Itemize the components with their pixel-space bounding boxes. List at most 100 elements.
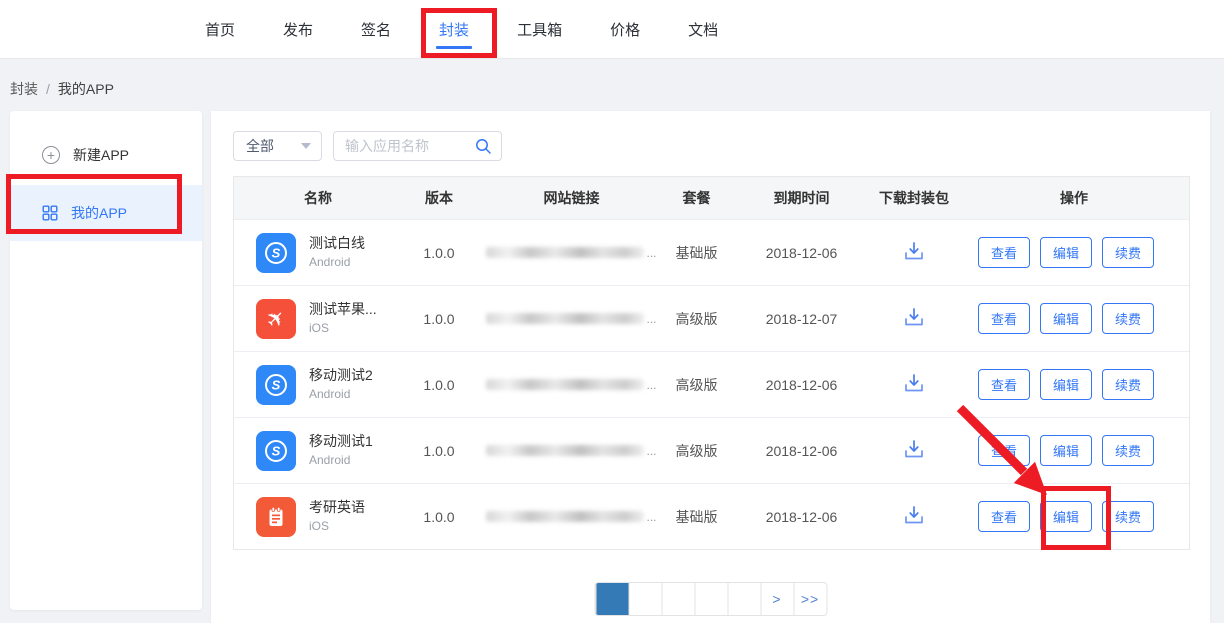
table-row: S ✈ 考研英语 iOS 1.0.0 ...: [234, 483, 1189, 549]
app-name: 测试苹果...: [309, 300, 377, 320]
breadcrumb-section[interactable]: 封装: [10, 81, 38, 97]
renew-button[interactable]: 续费: [1102, 369, 1154, 400]
app-icon: S ✈: [256, 497, 296, 537]
toolbar: 全部: [233, 131, 502, 161]
edit-button[interactable]: 编辑: [1040, 369, 1092, 400]
app-platform: Android: [309, 386, 373, 403]
app-platform: Android: [309, 254, 365, 271]
nav-tab[interactable]: 文档: [688, 0, 718, 59]
nav-tab[interactable]: 签名: [361, 0, 391, 59]
nav-tab-label: 签名: [361, 19, 391, 40]
download-cell: [869, 438, 959, 463]
renew-button[interactable]: 续费: [1102, 303, 1154, 334]
download-cell: [869, 372, 959, 397]
page-number-button[interactable]: [628, 583, 661, 615]
expiry-date: 2018-12-06: [734, 245, 869, 261]
view-button[interactable]: 查看: [978, 303, 1030, 334]
app-name-cell: S ✈ 考研英语 iOS: [234, 497, 394, 537]
expiry-date: 2018-12-06: [734, 443, 869, 459]
link-ellipsis: ...: [646, 444, 656, 458]
nav-tab[interactable]: 封装: [439, 0, 469, 59]
chevron-down-icon: [301, 143, 311, 149]
renew-button[interactable]: 续费: [1102, 501, 1154, 532]
app-version: 1.0.0: [394, 443, 484, 459]
view-button[interactable]: 查看: [978, 435, 1030, 466]
col-header-actions: 操作: [959, 188, 1189, 208]
download-cell: [869, 504, 959, 529]
top-nav: 首页 发布 签名 封装 工具箱 价格 文档: [205, 0, 718, 59]
website-link-redacted: [486, 313, 644, 324]
s-logo-icon: S: [263, 240, 289, 266]
download-cell: [869, 240, 959, 265]
table-row: S ✈ 移动测试2 Android 1.0.0: [234, 351, 1189, 417]
view-button[interactable]: 查看: [978, 369, 1030, 400]
download-icon: [902, 504, 926, 526]
download-icon: [902, 240, 926, 262]
download-package-button[interactable]: [902, 438, 926, 460]
app-icon: S ✈: [256, 431, 296, 471]
download-package-button[interactable]: [902, 240, 926, 262]
pagination-pages: [595, 583, 760, 615]
app-table: 名称 版本 网站链接 套餐 到期时间 下载封装包 操作 S ✈: [233, 176, 1190, 550]
download-icon: [902, 372, 926, 394]
website-link-cell: ...: [484, 510, 659, 524]
breadcrumb-current: 我的APP: [58, 81, 114, 97]
view-button[interactable]: 查看: [978, 237, 1030, 268]
grid-icon: [42, 205, 58, 221]
nav-tab-label: 封装: [439, 19, 469, 40]
nav-tab[interactable]: 价格: [610, 0, 640, 59]
download-package-button[interactable]: [902, 306, 926, 328]
col-header-website: 网站链接: [484, 188, 659, 208]
nav-tab[interactable]: 发布: [283, 0, 313, 59]
download-package-button[interactable]: [902, 504, 926, 526]
edit-button[interactable]: 编辑: [1040, 303, 1092, 334]
page-number-button[interactable]: [661, 583, 694, 615]
app-name: 测试白线: [309, 234, 365, 254]
sidebar-item-my-app[interactable]: 我的APP: [10, 185, 202, 241]
renew-button[interactable]: 续费: [1102, 435, 1154, 466]
filter-select[interactable]: 全部: [233, 131, 322, 161]
view-button[interactable]: 查看: [978, 501, 1030, 532]
website-link-cell: ...: [484, 312, 659, 326]
table-body: S ✈ 测试白线 Android 1.0.0: [234, 219, 1189, 549]
link-ellipsis: ...: [646, 510, 656, 524]
s-logo-icon: S: [263, 372, 289, 398]
app-name-cell: S ✈ 移动测试1 Android: [234, 431, 394, 471]
search-input[interactable]: [345, 138, 475, 154]
last-page-button[interactable]: >>: [793, 583, 826, 615]
link-ellipsis: ...: [646, 378, 656, 392]
actions-cell: 查看 编辑 续费: [959, 501, 1189, 532]
edit-button[interactable]: 编辑: [1040, 501, 1092, 532]
page-number-button[interactable]: [727, 583, 760, 615]
nav-tab[interactable]: 工具箱: [517, 0, 562, 59]
pagination: > >>: [594, 582, 827, 616]
website-link-cell: ...: [484, 378, 659, 392]
nav-tab-label: 首页: [205, 19, 235, 40]
actions-cell: 查看 编辑 续费: [959, 237, 1189, 268]
renew-button[interactable]: 续费: [1102, 237, 1154, 268]
edit-button[interactable]: 编辑: [1040, 237, 1092, 268]
expiry-date: 2018-12-07: [734, 311, 869, 327]
app-version: 1.0.0: [394, 311, 484, 327]
download-package-button[interactable]: [902, 372, 926, 394]
actions-cell: 查看 编辑 续费: [959, 303, 1189, 334]
search-icon[interactable]: [475, 138, 492, 155]
nav-tab-label: 发布: [283, 19, 313, 40]
page-number-button[interactable]: [595, 583, 628, 615]
website-link-cell: ...: [484, 246, 659, 260]
app-name-cell: S ✈ 测试苹果... iOS: [234, 299, 394, 339]
nav-tab[interactable]: 首页: [205, 0, 235, 59]
page-number-button[interactable]: [694, 583, 727, 615]
sidebar-item-label: 我的APP: [71, 203, 127, 223]
sidebar-item-new-app[interactable]: + 新建APP: [10, 133, 202, 177]
search-box: [333, 131, 502, 161]
next-page-button[interactable]: >: [760, 583, 793, 615]
plus-circle-icon: +: [42, 146, 60, 164]
nav-tab-label: 工具箱: [517, 19, 562, 40]
sidebar: + 新建APP 我的APP: [10, 111, 202, 610]
edit-button[interactable]: 编辑: [1040, 435, 1092, 466]
svg-text:S: S: [272, 443, 281, 458]
app-name-cell: S ✈ 测试白线 Android: [234, 233, 394, 273]
table-row: S ✈ 移动测试1 Android 1.0.0: [234, 417, 1189, 483]
app-version: 1.0.0: [394, 377, 484, 393]
